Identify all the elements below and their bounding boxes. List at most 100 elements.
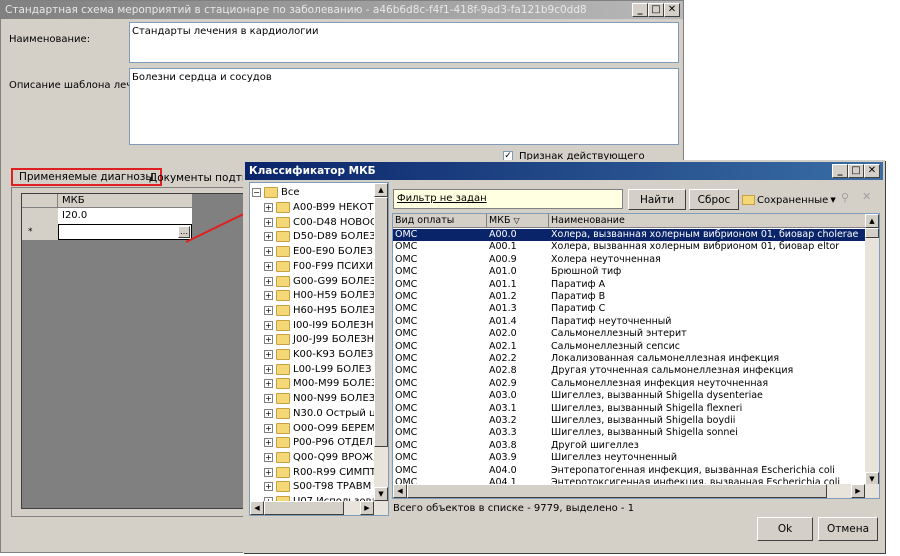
scroll-left-icon[interactable]: ◀ <box>393 484 407 498</box>
tree-item[interactable]: + D50-D89 БОЛЕЗ <box>264 229 376 244</box>
expand-icon[interactable]: + <box>264 423 273 433</box>
dialog-title-bar[interactable]: Классификатор МКБ _ □ ✕ <box>245 162 883 180</box>
scroll-right-icon[interactable]: ▶ <box>851 484 865 498</box>
table-row[interactable]: ОМС A00.0 Холера, вызванная холерным вибри… <box>393 229 879 242</box>
mkb-tree[interactable]: − Все + A00-B99 НЕКОТ + C00-D48 НОВОО + D50-D… <box>249 182 389 516</box>
expand-icon[interactable]: + <box>264 438 273 448</box>
cell-payment: ОМС <box>395 452 418 464</box>
scroll-up-icon[interactable]: ▲ <box>374 183 388 197</box>
table-row[interactable]: ОМС A02.9 Сальмонеллезная инфекция неуточн… <box>393 377 879 390</box>
filter-field[interactable]: Фильтр не задан <box>393 189 623 209</box>
expand-icon[interactable]: + <box>264 203 273 212</box>
ok-button[interactable]: Ok <box>757 517 813 541</box>
expand-icon[interactable]: + <box>264 261 273 271</box>
hscroll-thumb[interactable] <box>407 484 827 498</box>
cell-payment: ОМС <box>395 241 418 253</box>
expand-icon[interactable]: + <box>264 379 273 389</box>
cell-payment: ОМС <box>395 266 418 278</box>
tree-root[interactable]: − Все <box>252 185 300 200</box>
tree-item-label: N30.0 Острый ц <box>293 407 376 419</box>
expand-icon[interactable]: + <box>264 408 273 418</box>
table-row[interactable]: ОМС A00.1 Холера, вызванная холерным вибри… <box>393 241 879 253</box>
scroll-thumb[interactable] <box>374 197 388 447</box>
tree-item[interactable]: + E00-E90 БОЛЕЗ <box>264 244 373 259</box>
scroll-thumb[interactable] <box>865 228 879 238</box>
expand-icon[interactable]: + <box>264 364 273 374</box>
table-row[interactable]: ОМС A03.9 Шигеллез неуточненный <box>393 452 879 464</box>
tree-item[interactable]: + N00-N99 БОЛЕЗ <box>264 391 375 406</box>
column-name[interactable]: Наименование <box>549 214 879 227</box>
table-row[interactable]: ОМС A02.8 Другая уточненная сальмонеллезна… <box>393 365 879 377</box>
expand-icon[interactable]: + <box>264 482 273 492</box>
table-row[interactable]: ОМС A01.4 Паратиф неуточненный <box>393 316 879 328</box>
maximize-icon[interactable]: □ <box>848 164 864 178</box>
find-button[interactable]: Найти <box>628 189 686 210</box>
expand-icon[interactable]: + <box>264 305 273 315</box>
table-row[interactable]: ОМС A03.3 Шигеллез, вызванный Shigella son… <box>393 427 879 439</box>
tree-item[interactable]: + M00-M99 БОЛЕЗ <box>264 376 377 391</box>
tree-item[interactable]: + O00-O99 БЕРЕМ <box>264 421 375 436</box>
table-row[interactable]: ОМС A01.3 Паратиф C <box>393 303 879 315</box>
tree-item[interactable]: + G00-G99 БОЛЕЗ <box>264 274 376 289</box>
tree-item[interactable]: + J00-J99 БОЛЕЗН <box>264 332 374 347</box>
tree-item[interactable]: + K00-K93 БОЛЕЗ <box>264 347 373 362</box>
expand-icon[interactable]: + <box>264 232 273 242</box>
filter-link[interactable]: Фильтр не задан <box>397 193 487 204</box>
results-horizontal-scrollbar[interactable]: ◀ ▶ <box>393 484 879 498</box>
tree-item[interactable]: + Q00-Q99 ВРОЖ, <box>264 450 376 465</box>
tree-item[interactable]: + S00-T98 ТРАВМ <box>264 479 371 494</box>
tree-item[interactable]: + R00-R99 СИМПТ <box>264 465 376 480</box>
tree-item[interactable]: + I00-I99 БОЛЕЗН <box>264 318 374 333</box>
table-row[interactable]: ОМС A03.1 Шигеллез, вызванный Shigella fle… <box>393 403 879 415</box>
expand-icon[interactable]: + <box>264 452 273 462</box>
reset-button[interactable]: Сброс <box>689 189 739 210</box>
pin-icon[interactable]: ⚲ <box>841 191 849 204</box>
table-row[interactable]: ОМС A02.2 Локализованная сальмонеллезная и… <box>393 353 879 365</box>
expand-icon[interactable]: + <box>264 467 273 477</box>
table-row[interactable]: ОМС A01.1 Паратиф A <box>393 279 879 291</box>
column-mkb[interactable]: МКБ ▽ <box>487 214 549 227</box>
table-row[interactable]: ОМС A03.2 Шигеллез, вызванный Shigella boy… <box>393 415 879 427</box>
expand-icon[interactable]: + <box>264 291 273 301</box>
scroll-down-icon[interactable]: ▼ <box>374 487 388 501</box>
table-row[interactable]: ОМС A04.0 Энтеропатогенная инфекция, вызва… <box>393 465 879 477</box>
saved-button[interactable]: Сохраненные ▼ <box>742 191 836 209</box>
table-row[interactable]: ОМС A02.0 Сальмонеллезный энтерит <box>393 328 879 340</box>
expand-icon[interactable]: + <box>264 217 273 227</box>
expand-icon[interactable]: + <box>264 335 273 345</box>
expand-icon[interactable]: + <box>264 394 273 404</box>
table-row[interactable]: ОМС A02.1 Сальмонеллезный сепсис <box>393 341 879 353</box>
tree-item[interactable]: + A00-B99 НЕКОТ <box>264 200 374 215</box>
tree-item[interactable]: + P00-P96 ОТДЕЛ <box>264 435 373 450</box>
clear-icon[interactable]: ✕ <box>862 190 871 203</box>
tree-item[interactable]: + N30.0 Острый ц <box>264 406 376 421</box>
tree-item[interactable]: + C00-D48 НОВОО <box>264 215 378 230</box>
table-row[interactable]: ОМС A03.8 Другой шигеллез <box>393 440 879 452</box>
expand-icon[interactable]: + <box>264 247 273 257</box>
tree-horizontal-scrollbar[interactable]: ◀ ▶ <box>250 501 388 515</box>
tree-item[interactable]: + L00-L99 БОЛЕЗ <box>264 362 371 377</box>
scroll-left-icon[interactable]: ◀ <box>250 501 264 515</box>
expand-icon[interactable]: + <box>264 276 273 286</box>
expand-icon[interactable]: + <box>264 350 273 359</box>
scroll-right-icon[interactable]: ▶ <box>360 501 374 515</box>
hscroll-thumb[interactable] <box>264 501 344 515</box>
collapse-icon[interactable]: − <box>252 188 261 197</box>
expand-icon[interactable]: + <box>264 320 273 330</box>
tree-item[interactable]: + H60-H95 БОЛЕЗ <box>264 303 375 318</box>
tree-vertical-scrollbar[interactable]: ▲ ▼ <box>374 183 388 501</box>
close-icon[interactable]: ✕ <box>864 164 880 178</box>
table-row[interactable]: ОМС A03.0 Шигеллез, вызванный Shigella dys… <box>393 390 879 402</box>
results-vertical-scrollbar[interactable]: ▲ ▼ <box>865 214 879 486</box>
minimize-icon[interactable]: _ <box>832 164 848 178</box>
cell-mkb: A02.2 <box>489 353 517 364</box>
table-row[interactable]: ОМС A01.2 Паратиф B <box>393 291 879 303</box>
scroll-up-icon[interactable]: ▲ <box>865 214 879 228</box>
tree-item[interactable]: + H00-H59 БОЛЕЗ <box>264 288 375 303</box>
table-row[interactable]: ОМС A00.9 Холера неуточненная <box>393 254 879 266</box>
table-row[interactable]: ОМС A01.0 Брюшной тиф <box>393 266 879 278</box>
cancel-button[interactable]: Отмена <box>818 517 878 541</box>
cell-name: Сальмонеллезная инфекция неуточненная <box>551 377 769 389</box>
tree-item[interactable]: + F00-F99 ПСИХИ <box>264 259 373 274</box>
column-payment[interactable]: Вид оплаты <box>393 214 487 227</box>
